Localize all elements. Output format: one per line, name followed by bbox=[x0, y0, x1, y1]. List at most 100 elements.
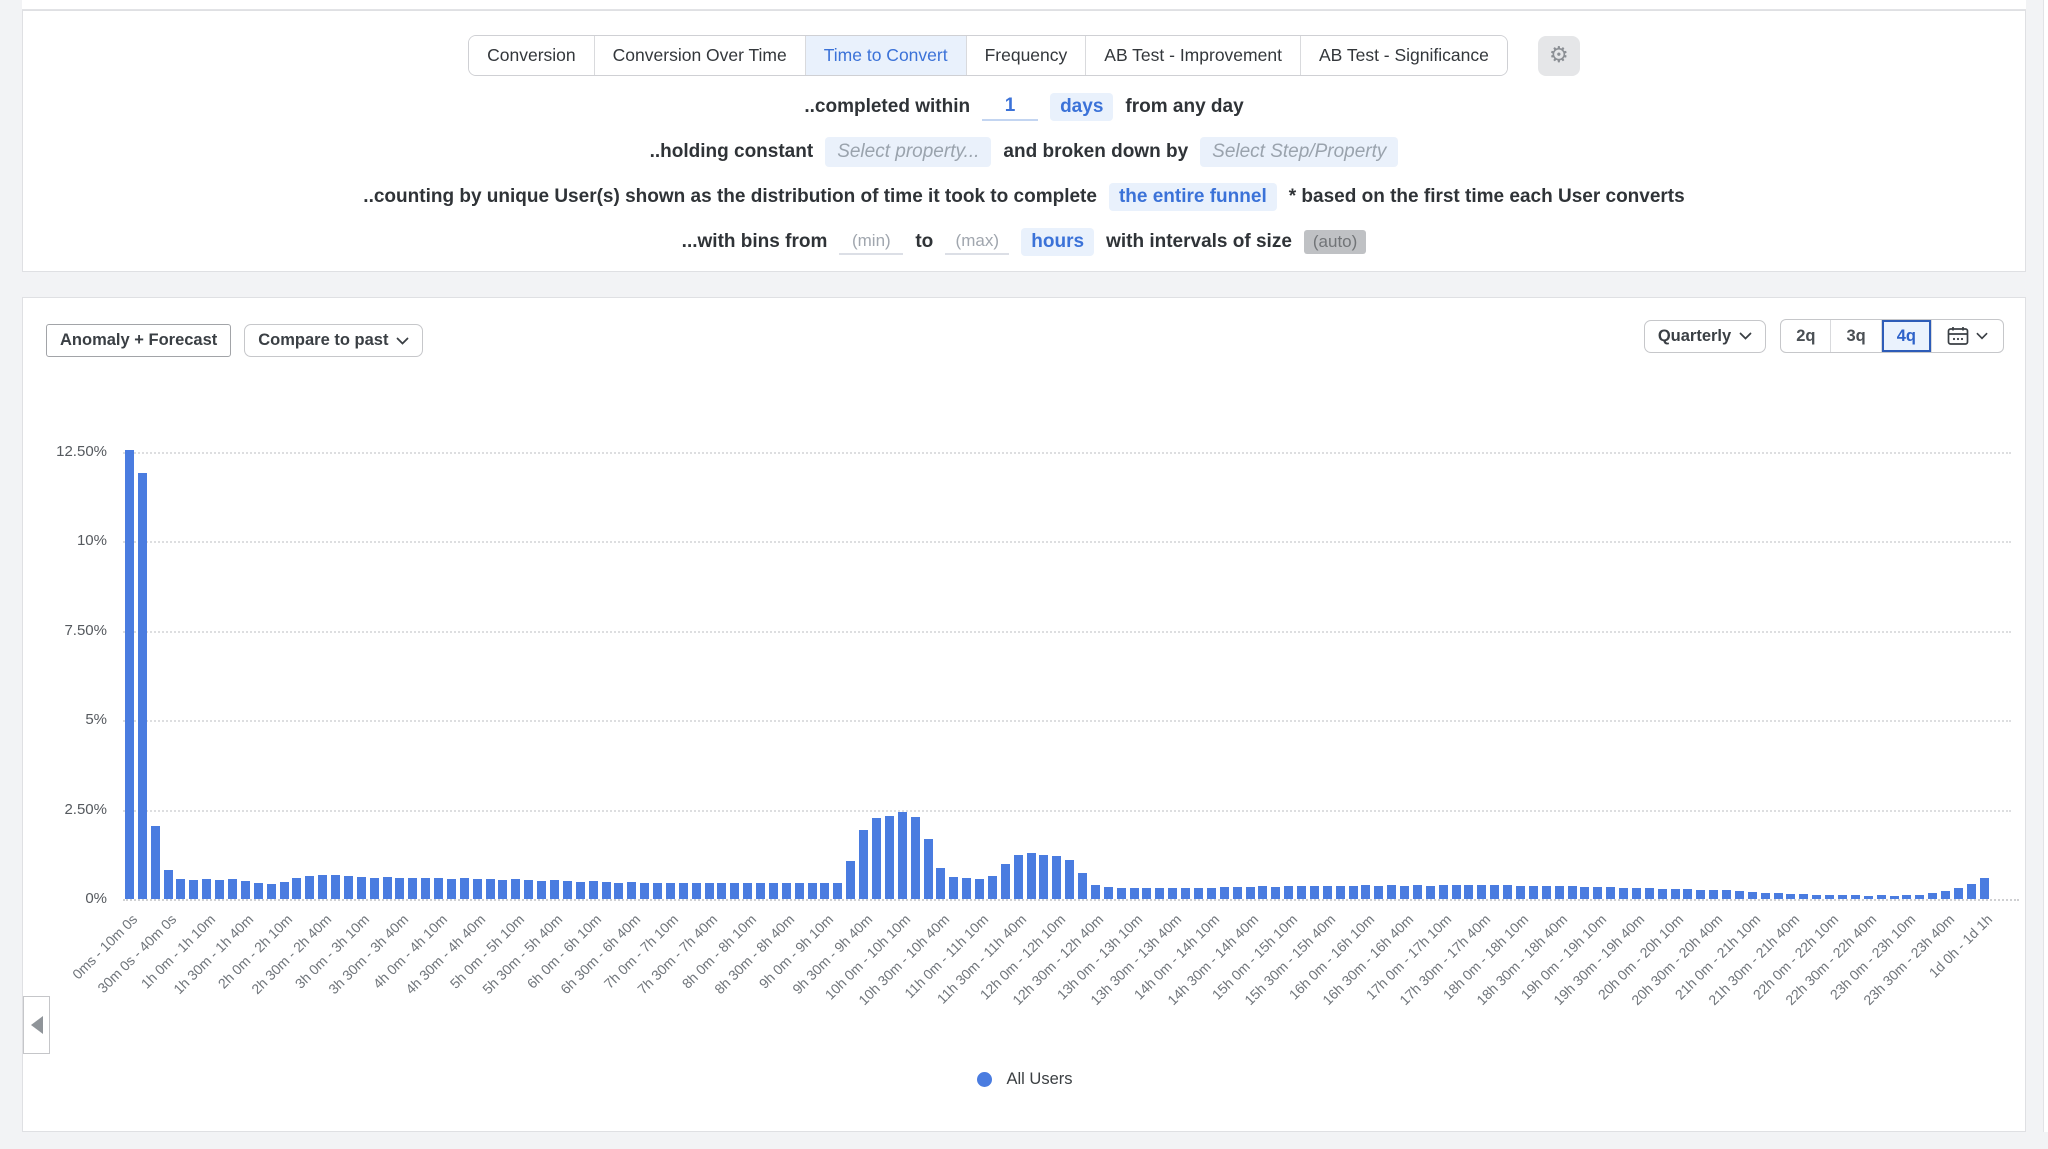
histogram-bar[interactable] bbox=[949, 877, 958, 899]
histogram-bar[interactable] bbox=[1864, 896, 1873, 899]
histogram-bar[interactable] bbox=[176, 879, 185, 899]
select-step-property-input[interactable]: Select Step/Property bbox=[1200, 137, 1398, 167]
histogram-bar[interactable] bbox=[408, 878, 417, 899]
histogram-bar[interactable] bbox=[1722, 890, 1731, 899]
histogram-bar[interactable] bbox=[1967, 884, 1976, 899]
histogram-bar[interactable] bbox=[1246, 887, 1255, 899]
histogram-bar[interactable] bbox=[679, 883, 688, 899]
histogram-bar[interactable] bbox=[395, 878, 404, 899]
histogram-bar[interactable] bbox=[1117, 888, 1126, 899]
histogram-bar[interactable] bbox=[305, 876, 314, 899]
histogram-bar[interactable] bbox=[589, 881, 598, 899]
histogram-bar[interactable] bbox=[1464, 885, 1473, 899]
histogram-bar[interactable] bbox=[1142, 888, 1151, 899]
histogram-bar[interactable] bbox=[898, 812, 907, 899]
histogram-bar[interactable] bbox=[1941, 891, 1950, 899]
histogram-bar[interactable] bbox=[730, 883, 739, 899]
histogram-bar[interactable] bbox=[1297, 886, 1306, 899]
histogram-bar[interactable] bbox=[576, 882, 585, 899]
histogram-bar[interactable] bbox=[550, 880, 559, 899]
histogram-bar[interactable] bbox=[267, 884, 276, 899]
histogram-bar[interactable] bbox=[924, 839, 933, 899]
histogram-bar[interactable] bbox=[808, 883, 817, 899]
histogram-bar[interactable] bbox=[1400, 886, 1409, 899]
histogram-bar[interactable] bbox=[460, 878, 469, 899]
bin-min-input[interactable]: (min) bbox=[839, 229, 903, 255]
histogram-bar[interactable] bbox=[1658, 889, 1667, 899]
histogram-bar[interactable] bbox=[756, 883, 765, 899]
histogram-bar[interactable] bbox=[1104, 887, 1113, 899]
histogram-bar[interactable] bbox=[614, 883, 623, 899]
histogram-bar[interactable] bbox=[1696, 890, 1705, 899]
histogram-bar[interactable] bbox=[1928, 893, 1937, 899]
histogram-bar[interactable] bbox=[1310, 886, 1319, 899]
histogram-bar[interactable] bbox=[1194, 888, 1203, 899]
histogram-bar[interactable] bbox=[1709, 890, 1718, 899]
histogram-bar[interactable] bbox=[241, 881, 250, 899]
histogram-bar[interactable] bbox=[434, 878, 443, 899]
histogram-bar[interactable] bbox=[1529, 886, 1538, 899]
histogram-bar[interactable] bbox=[1619, 888, 1628, 899]
histogram-bar[interactable] bbox=[820, 883, 829, 899]
histogram-bar[interactable] bbox=[164, 870, 173, 899]
tab-time-to-convert[interactable]: Time to Convert bbox=[805, 36, 966, 75]
histogram-bar[interactable] bbox=[653, 883, 662, 899]
histogram-bar[interactable] bbox=[1336, 886, 1345, 899]
histogram-bar[interactable] bbox=[975, 879, 984, 899]
histogram-bar[interactable] bbox=[1477, 885, 1486, 899]
histogram-bar[interactable] bbox=[1039, 855, 1048, 899]
tab-conversion[interactable]: Conversion bbox=[469, 36, 594, 75]
histogram-bar[interactable] bbox=[1580, 887, 1589, 899]
histogram-bar[interactable] bbox=[524, 880, 533, 899]
histogram-bar[interactable] bbox=[189, 880, 198, 899]
bin-max-input[interactable]: (max) bbox=[945, 229, 1009, 255]
histogram-bar[interactable] bbox=[1490, 885, 1499, 899]
histogram-bar[interactable] bbox=[228, 879, 237, 899]
histogram-bar[interactable] bbox=[692, 883, 701, 899]
histogram-bar[interactable] bbox=[498, 880, 507, 899]
histogram-bar[interactable] bbox=[911, 817, 920, 899]
histogram-bar[interactable] bbox=[1027, 853, 1036, 899]
histogram-bar[interactable] bbox=[962, 878, 971, 899]
histogram-bar[interactable] bbox=[1838, 895, 1847, 899]
histogram-bar[interactable] bbox=[1774, 893, 1783, 899]
histogram-bar[interactable] bbox=[1387, 885, 1396, 899]
histogram-bar[interactable] bbox=[1065, 860, 1074, 899]
histogram-bar[interactable] bbox=[705, 883, 714, 899]
histogram-bar[interactable] bbox=[936, 868, 945, 899]
histogram-bar[interactable] bbox=[447, 879, 456, 899]
histogram-bar[interactable] bbox=[1001, 864, 1010, 899]
histogram-bar[interactable] bbox=[383, 877, 392, 899]
histogram-bar[interactable] bbox=[1645, 888, 1654, 899]
histogram-bar[interactable] bbox=[125, 450, 134, 899]
histogram-bar[interactable] bbox=[782, 883, 791, 899]
histogram-bar[interactable] bbox=[1735, 891, 1744, 899]
histogram-bar[interactable] bbox=[1233, 887, 1242, 899]
within-value-input[interactable]: 1 bbox=[982, 93, 1038, 121]
histogram-bar[interactable] bbox=[1606, 887, 1615, 899]
histogram-bar[interactable] bbox=[1284, 886, 1293, 899]
histogram-bar[interactable] bbox=[1091, 885, 1100, 899]
tab-conversion-over-time[interactable]: Conversion Over Time bbox=[594, 36, 805, 75]
histogram-bar[interactable] bbox=[1980, 878, 1989, 899]
histogram-bar[interactable] bbox=[563, 881, 572, 899]
histogram-bar[interactable] bbox=[1078, 873, 1087, 899]
histogram-bar[interactable] bbox=[717, 883, 726, 899]
histogram-bar[interactable] bbox=[1271, 887, 1280, 899]
histogram-bar[interactable] bbox=[1130, 888, 1139, 899]
histogram-bar[interactable] bbox=[627, 882, 636, 899]
histogram-bar[interactable] bbox=[537, 881, 546, 899]
histogram-bar[interactable] bbox=[640, 883, 649, 899]
histogram-bar[interactable] bbox=[1786, 894, 1795, 899]
histogram-bar[interactable] bbox=[421, 878, 430, 899]
histogram-bar[interactable] bbox=[202, 879, 211, 899]
histogram-bar[interactable] bbox=[1439, 885, 1448, 899]
histogram-bar[interactable] bbox=[292, 878, 301, 899]
series-name-label[interactable]: All Users bbox=[1006, 1070, 1072, 1089]
tab-ab-test-significance[interactable]: AB Test - Significance bbox=[1300, 36, 1507, 75]
histogram-bar[interactable] bbox=[1542, 886, 1551, 899]
histogram-bar[interactable] bbox=[1014, 855, 1023, 899]
histogram-bar[interactable] bbox=[1452, 885, 1461, 899]
collapse-panel-handle[interactable] bbox=[23, 996, 50, 1054]
histogram-bar[interactable] bbox=[833, 883, 842, 899]
